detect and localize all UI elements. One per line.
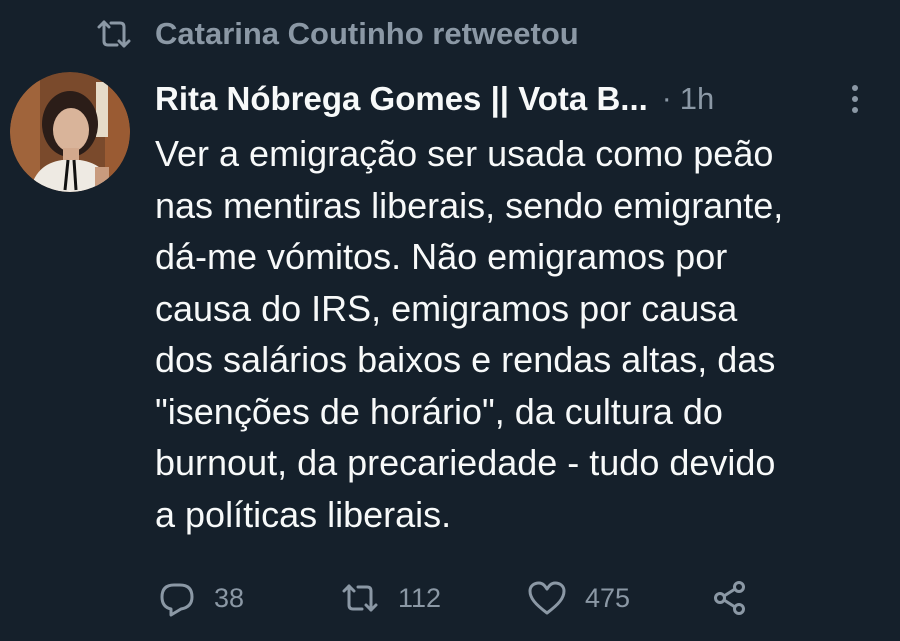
retweet-count: 112 [398, 582, 442, 613]
share-icon [712, 580, 748, 616]
like-count: 475 [585, 582, 631, 613]
tweet-actions: 38 112 475 [0, 575, 900, 621]
retweet-icon [95, 17, 133, 51]
reply-button[interactable]: 38 [158, 575, 244, 621]
header-separator: · [661, 82, 672, 115]
author-name[interactable]: Rita Nóbrega Gomes || Vota B... [155, 80, 648, 118]
retweeted-by-text: Catarina Coutinho retweetou [155, 16, 579, 51]
author-avatar[interactable] [10, 72, 130, 192]
reply-count: 38 [214, 582, 245, 613]
retweet-banner[interactable]: Catarina Coutinho retweetou [95, 14, 579, 54]
reply-icon [158, 579, 196, 617]
like-icon [527, 580, 567, 616]
like-button[interactable]: 475 [527, 575, 630, 621]
share-button[interactable] [712, 575, 748, 621]
tweet-header: Rita Nóbrega Gomes || Vota B... · 1h [155, 78, 895, 120]
tweet-timestamp[interactable]: 1h [680, 81, 714, 117]
retweet-icon [340, 580, 380, 616]
retweet-button[interactable]: 112 [340, 575, 441, 621]
more-icon[interactable] [845, 82, 865, 116]
tweet-text: Ver a emigração ser usada como peão nas … [155, 133, 784, 535]
